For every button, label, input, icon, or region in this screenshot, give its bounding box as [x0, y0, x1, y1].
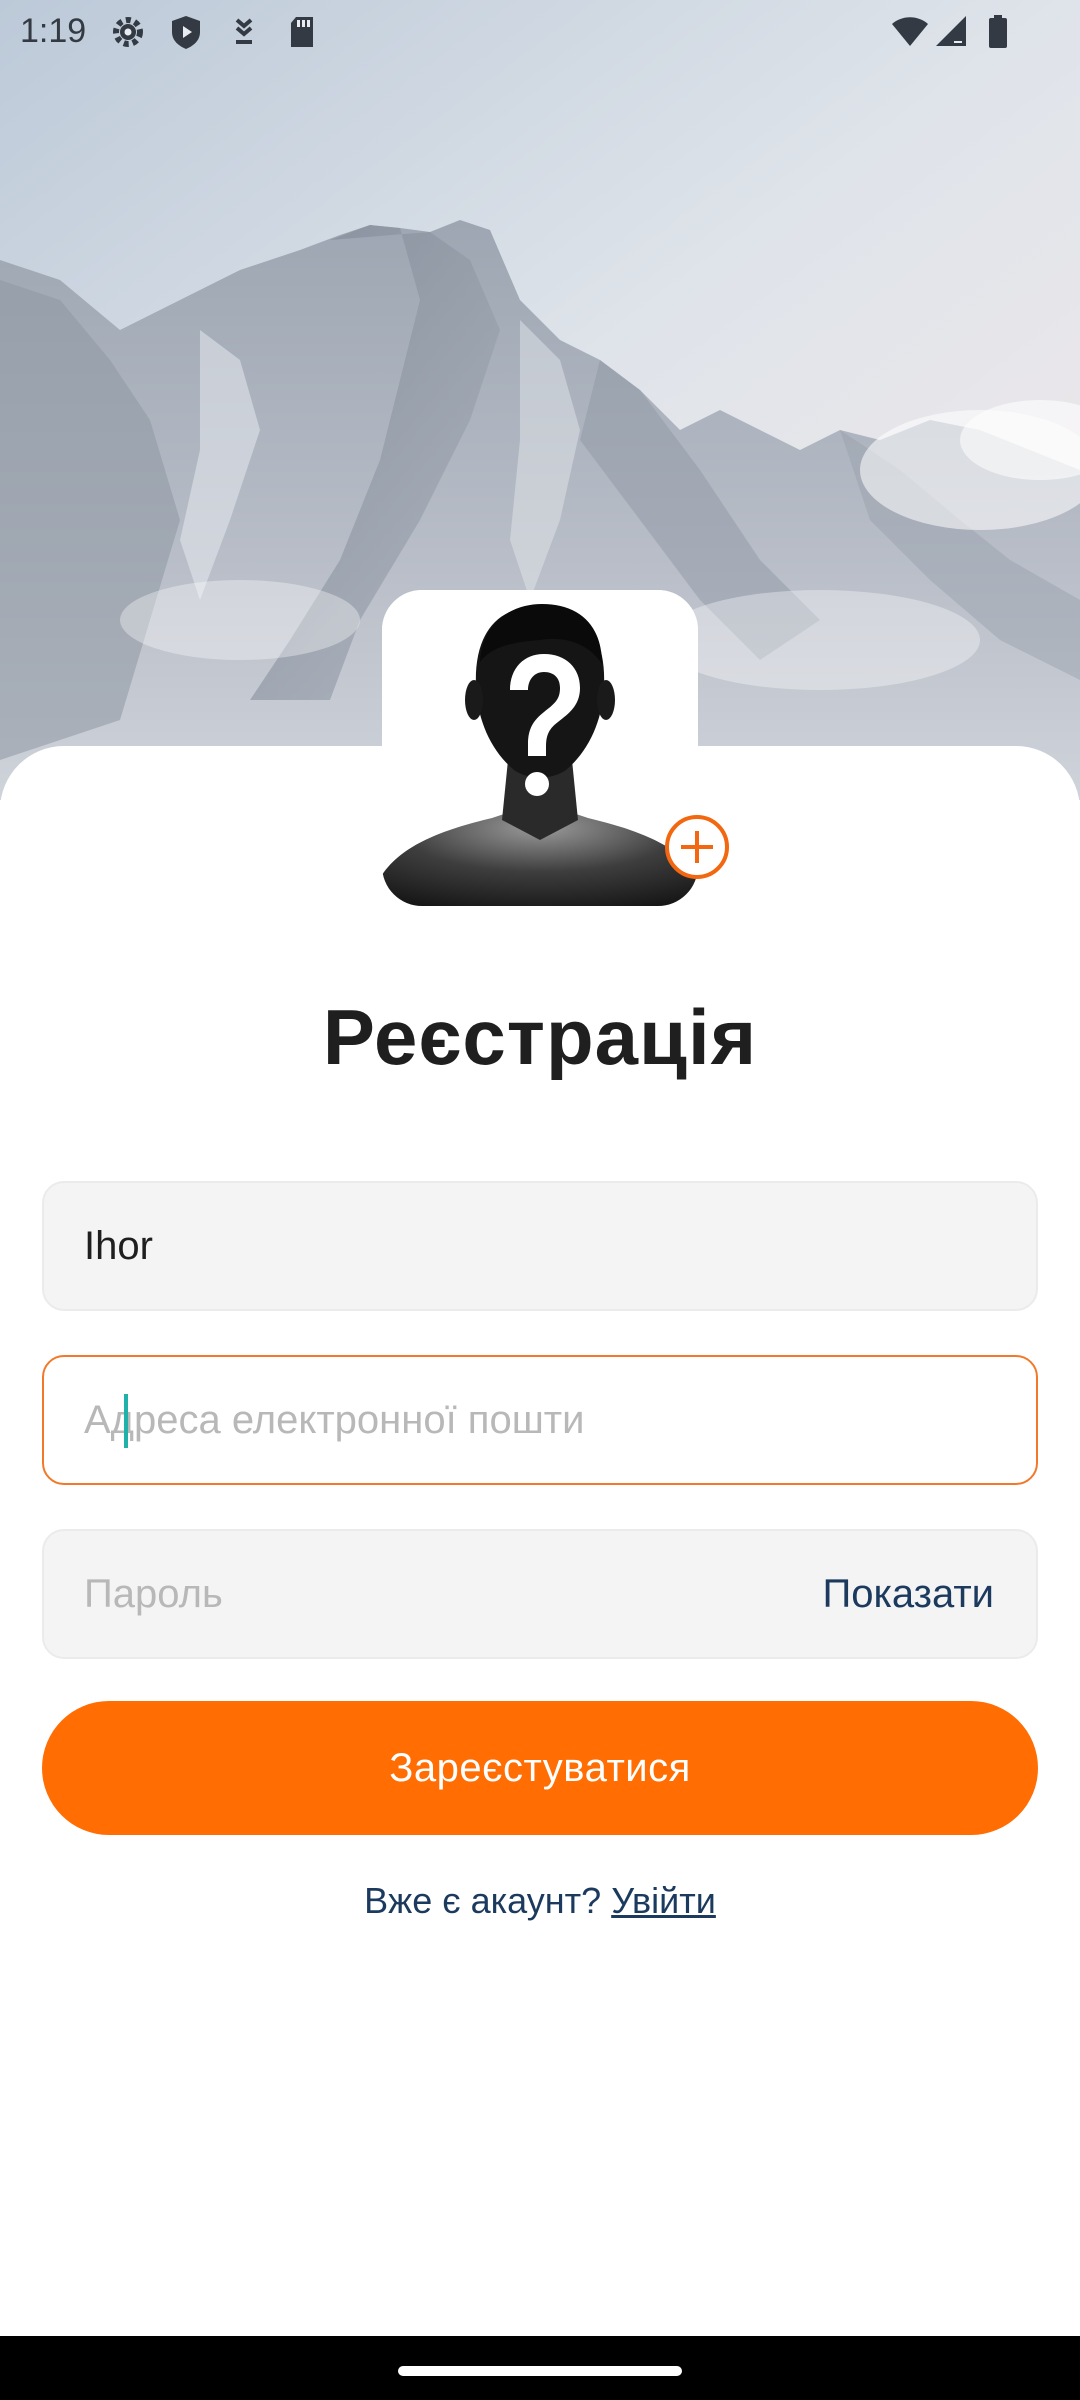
- login-question: Вже є акаунт?: [364, 1880, 612, 1921]
- home-indicator[interactable]: [398, 2366, 682, 2376]
- sd-card-icon: [282, 12, 322, 52]
- wifi-icon: [890, 12, 930, 52]
- login-prompt: Вже є акаунт? Увійти: [0, 1880, 1080, 1922]
- shield-icon: [166, 12, 206, 52]
- password-field[interactable]: Показати: [42, 1529, 1038, 1659]
- name-field[interactable]: [42, 1181, 1038, 1311]
- add-photo-button[interactable]: [662, 812, 732, 882]
- name-input[interactable]: [44, 1183, 1036, 1309]
- download-icon: [224, 12, 264, 52]
- status-bar: 1:19: [0, 0, 1080, 64]
- register-button[interactable]: Зареєстуватися: [42, 1701, 1038, 1835]
- login-link[interactable]: Увійти: [611, 1880, 716, 1921]
- text-caret: [124, 1394, 128, 1448]
- status-time: 1:19: [20, 12, 87, 50]
- password-input[interactable]: [44, 1531, 823, 1657]
- avatar-placeholder[interactable]: [382, 590, 698, 906]
- email-input[interactable]: [44, 1357, 1036, 1483]
- navigation-bar: [0, 2336, 1080, 2400]
- signal-icon: [932, 12, 972, 52]
- settings-icon: [108, 12, 148, 52]
- email-field[interactable]: [42, 1355, 1038, 1485]
- show-password-toggle[interactable]: Показати: [822, 1572, 1036, 1617]
- battery-icon: [978, 12, 1018, 52]
- page-title: Реєстрація: [322, 993, 758, 1081]
- unknown-person-icon: [382, 590, 698, 906]
- add-circle-icon: [665, 815, 729, 879]
